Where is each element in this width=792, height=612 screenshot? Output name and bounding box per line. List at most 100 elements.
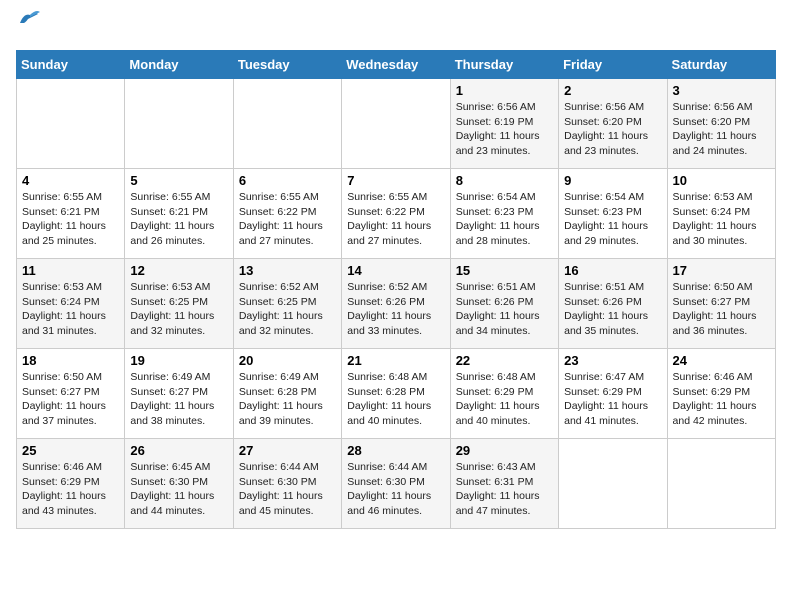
day-number: 26 [130,443,227,458]
day-number: 14 [347,263,444,278]
calendar-cell: 22 Sunrise: 6:48 AM Sunset: 6:29 PM Dayli… [450,349,558,439]
day-number: 23 [564,353,661,368]
weekday-header-sunday: Sunday [17,51,125,79]
calendar-cell: 10 Sunrise: 6:53 AM Sunset: 6:24 PM Dayli… [667,169,775,259]
calendar-cell [125,79,233,169]
calendar-body: 1 Sunrise: 6:56 AM Sunset: 6:19 PM Daylig… [17,79,776,529]
day-info: Sunrise: 6:56 AM Sunset: 6:19 PM Dayligh… [456,100,553,159]
weekday-header-saturday: Saturday [667,51,775,79]
day-number: 29 [456,443,553,458]
calendar-week-row: 1 Sunrise: 6:56 AM Sunset: 6:19 PM Daylig… [17,79,776,169]
calendar-week-row: 4 Sunrise: 6:55 AM Sunset: 6:21 PM Daylig… [17,169,776,259]
calendar-cell [233,79,341,169]
day-number: 17 [673,263,770,278]
day-number: 21 [347,353,444,368]
calendar-week-row: 25Sunrise: 6:46 AM Sunset: 6:29 PM Dayli… [17,439,776,529]
calendar-cell: 8 Sunrise: 6:54 AM Sunset: 6:23 PM Daylig… [450,169,558,259]
day-number: 2 [564,83,661,98]
calendar-cell: 14 Sunrise: 6:52 AM Sunset: 6:26 PM Dayli… [342,259,450,349]
calendar-cell: 18Sunrise: 6:50 AM Sunset: 6:27 PM Dayli… [17,349,125,439]
day-info: Sunrise: 6:48 AM Sunset: 6:29 PM Dayligh… [456,370,553,429]
calendar-cell: 13 Sunrise: 6:52 AM Sunset: 6:25 PM Dayli… [233,259,341,349]
day-number: 7 [347,173,444,188]
day-number: 22 [456,353,553,368]
day-number: 8 [456,173,553,188]
calendar-cell: 4 Sunrise: 6:55 AM Sunset: 6:21 PM Daylig… [17,169,125,259]
day-info: Sunrise: 6:56 AM Sunset: 6:20 PM Dayligh… [564,100,661,159]
day-number: 5 [130,173,227,188]
weekday-header-wednesday: Wednesday [342,51,450,79]
calendar-table: SundayMondayTuesdayWednesdayThursdayFrid… [16,50,776,529]
day-number: 12 [130,263,227,278]
weekday-header-thursday: Thursday [450,51,558,79]
calendar-cell: 3 Sunrise: 6:56 AM Sunset: 6:20 PM Daylig… [667,79,775,169]
day-number: 10 [673,173,770,188]
calendar-cell: 17 Sunrise: 6:50 AM Sunset: 6:27 PM Dayli… [667,259,775,349]
calendar-cell: 15 Sunrise: 6:51 AM Sunset: 6:26 PM Dayli… [450,259,558,349]
day-number: 4 [22,173,119,188]
day-info: Sunrise: 6:55 AM Sunset: 6:22 PM Dayligh… [239,190,336,249]
calendar-cell: 29Sunrise: 6:43 AM Sunset: 6:31 PM Dayli… [450,439,558,529]
day-number: 18 [22,353,119,368]
calendar-cell: 1 Sunrise: 6:56 AM Sunset: 6:19 PM Daylig… [450,79,558,169]
calendar-cell: 9Sunrise: 6:54 AM Sunset: 6:23 PM Daylig… [559,169,667,259]
calendar-cell [559,439,667,529]
day-info: Sunrise: 6:49 AM Sunset: 6:28 PM Dayligh… [239,370,336,429]
day-info: Sunrise: 6:49 AM Sunset: 6:27 PM Dayligh… [130,370,227,429]
day-info: Sunrise: 6:46 AM Sunset: 6:29 PM Dayligh… [673,370,770,429]
day-info: Sunrise: 6:53 AM Sunset: 6:25 PM Dayligh… [130,280,227,339]
weekday-header-row: SundayMondayTuesdayWednesdayThursdayFrid… [17,51,776,79]
day-number: 27 [239,443,336,458]
day-info: Sunrise: 6:54 AM Sunset: 6:23 PM Dayligh… [564,190,661,249]
calendar-cell: 5 Sunrise: 6:55 AM Sunset: 6:21 PM Daylig… [125,169,233,259]
day-number: 6 [239,173,336,188]
day-info: Sunrise: 6:45 AM Sunset: 6:30 PM Dayligh… [130,460,227,519]
calendar-week-row: 18Sunrise: 6:50 AM Sunset: 6:27 PM Dayli… [17,349,776,439]
day-number: 28 [347,443,444,458]
day-info: Sunrise: 6:56 AM Sunset: 6:20 PM Dayligh… [673,100,770,159]
calendar-cell: 23 Sunrise: 6:47 AM Sunset: 6:29 PM Dayli… [559,349,667,439]
day-info: Sunrise: 6:55 AM Sunset: 6:22 PM Dayligh… [347,190,444,249]
calendar-cell [17,79,125,169]
day-info: Sunrise: 6:54 AM Sunset: 6:23 PM Dayligh… [456,190,553,249]
day-info: Sunrise: 6:50 AM Sunset: 6:27 PM Dayligh… [673,280,770,339]
day-info: Sunrise: 6:52 AM Sunset: 6:26 PM Dayligh… [347,280,444,339]
page-header [16,16,776,38]
day-number: 1 [456,83,553,98]
calendar-week-row: 11 Sunrise: 6:53 AM Sunset: 6:24 PM Dayli… [17,259,776,349]
day-number: 13 [239,263,336,278]
day-info: Sunrise: 6:55 AM Sunset: 6:21 PM Dayligh… [130,190,227,249]
day-info: Sunrise: 6:46 AM Sunset: 6:29 PM Dayligh… [22,460,119,519]
calendar-cell: 24 Sunrise: 6:46 AM Sunset: 6:29 PM Dayli… [667,349,775,439]
logo-bird-icon [18,9,40,27]
calendar-cell: 6 Sunrise: 6:55 AM Sunset: 6:22 PM Daylig… [233,169,341,259]
day-info: Sunrise: 6:55 AM Sunset: 6:21 PM Dayligh… [22,190,119,249]
weekday-header-tuesday: Tuesday [233,51,341,79]
calendar-cell: 11 Sunrise: 6:53 AM Sunset: 6:24 PM Dayli… [17,259,125,349]
day-number: 15 [456,263,553,278]
calendar-cell [667,439,775,529]
day-number: 11 [22,263,119,278]
day-info: Sunrise: 6:44 AM Sunset: 6:30 PM Dayligh… [239,460,336,519]
day-number: 16 [564,263,661,278]
day-info: Sunrise: 6:52 AM Sunset: 6:25 PM Dayligh… [239,280,336,339]
day-info: Sunrise: 6:47 AM Sunset: 6:29 PM Dayligh… [564,370,661,429]
day-info: Sunrise: 6:53 AM Sunset: 6:24 PM Dayligh… [673,190,770,249]
calendar-cell: 26 Sunrise: 6:45 AM Sunset: 6:30 PM Dayli… [125,439,233,529]
weekday-header-monday: Monday [125,51,233,79]
day-info: Sunrise: 6:51 AM Sunset: 6:26 PM Dayligh… [456,280,553,339]
calendar-header: SundayMondayTuesdayWednesdayThursdayFrid… [17,51,776,79]
calendar-cell: 25Sunrise: 6:46 AM Sunset: 6:29 PM Dayli… [17,439,125,529]
weekday-header-friday: Friday [559,51,667,79]
day-number: 24 [673,353,770,368]
day-info: Sunrise: 6:48 AM Sunset: 6:28 PM Dayligh… [347,370,444,429]
logo [16,16,40,38]
calendar-cell: 28Sunrise: 6:44 AM Sunset: 6:30 PM Dayli… [342,439,450,529]
calendar-cell [342,79,450,169]
calendar-cell: 20Sunrise: 6:49 AM Sunset: 6:28 PM Dayli… [233,349,341,439]
calendar-cell: 21 Sunrise: 6:48 AM Sunset: 6:28 PM Dayli… [342,349,450,439]
calendar-cell: 19Sunrise: 6:49 AM Sunset: 6:27 PM Dayli… [125,349,233,439]
day-number: 3 [673,83,770,98]
day-info: Sunrise: 6:53 AM Sunset: 6:24 PM Dayligh… [22,280,119,339]
calendar-cell: 2 Sunrise: 6:56 AM Sunset: 6:20 PM Daylig… [559,79,667,169]
